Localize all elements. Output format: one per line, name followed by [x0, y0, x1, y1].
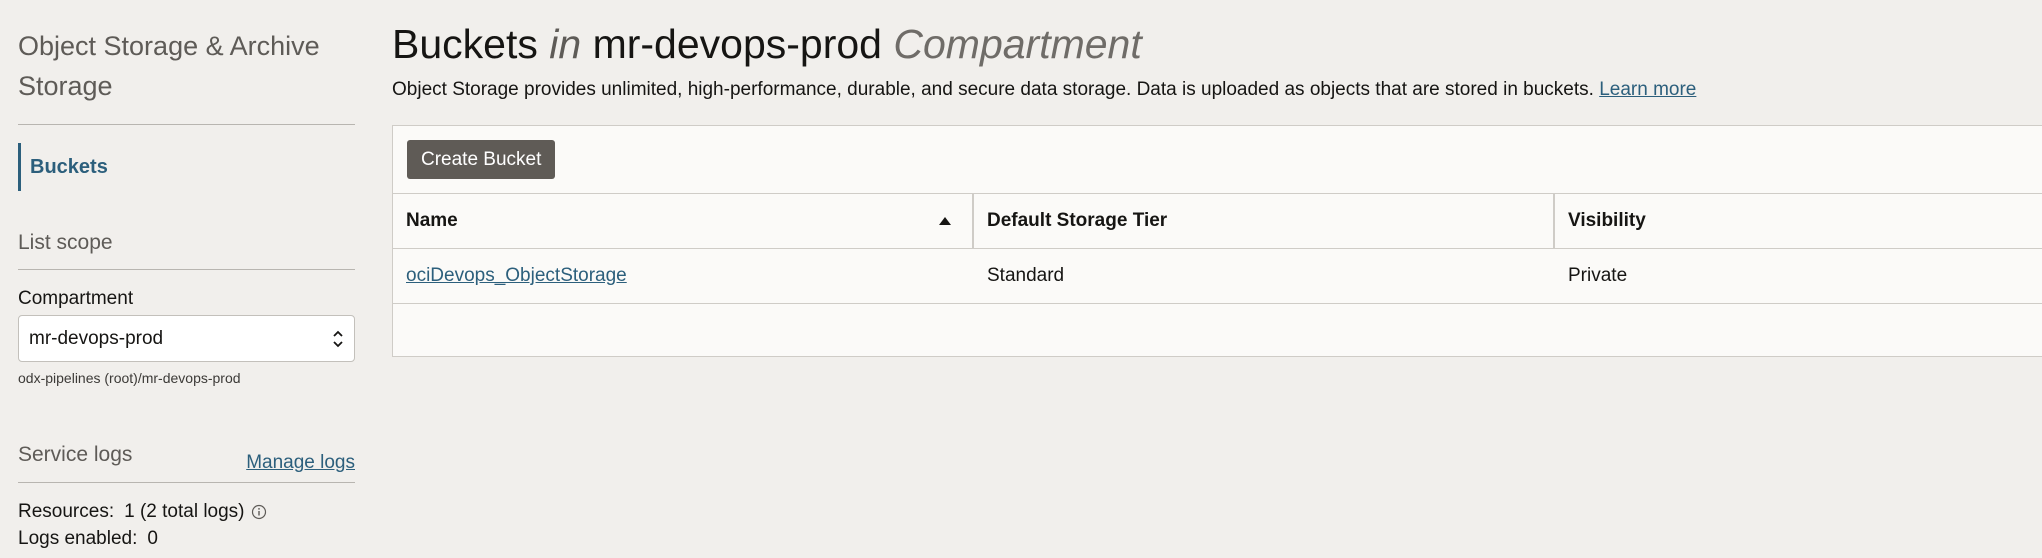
column-header-label: Name — [406, 210, 458, 231]
bucket-name-link[interactable]: ociDevops_ObjectStorage — [406, 265, 627, 287]
logs-enabled-label: Logs enabled: — [18, 528, 138, 549]
column-header-storage-tier[interactable]: Default Storage Tier — [974, 194, 1553, 248]
learn-more-link[interactable]: Learn more — [1599, 79, 1696, 100]
main-content: Buckets in mr-devops-prod Compartment Ob… — [392, 0, 2042, 558]
sidebar: Object Storage & Archive Storage Buckets… — [18, 0, 355, 558]
manage-logs-link[interactable]: Manage logs — [246, 452, 355, 474]
compartment-label: Compartment — [18, 288, 134, 309]
title-compartment-name: mr-devops-prod — [592, 21, 882, 67]
cell-storage-tier: Standard — [987, 265, 1065, 286]
sidebar-item-buckets[interactable]: Buckets — [18, 143, 355, 191]
sidebar-divider — [18, 124, 355, 125]
title-buckets: Buckets — [392, 21, 538, 67]
sidebar-title: Object Storage & Archive Storage — [18, 31, 320, 101]
table-row: ociDevops_ObjectStorage Standard Private — [393, 249, 2042, 304]
compartment-path: odx-pipelines (root)/mr-devops-prod — [18, 370, 241, 386]
cell-name: ociDevops_ObjectStorage — [393, 249, 973, 303]
sidebar-divider — [18, 269, 355, 270]
sort-ascending-icon[interactable] — [938, 216, 952, 226]
chevron-up-down-icon — [333, 330, 343, 348]
table-toolbar: Create Bucket — [393, 126, 2042, 194]
column-header-label: Visibility — [1568, 210, 1646, 231]
compartment-select-value: mr-devops-prod — [29, 327, 164, 349]
logs-enabled-line: Logs enabled: 0 — [18, 528, 158, 550]
resources-line: Resources: 1 (2 total logs) — [18, 501, 267, 523]
service-logs-heading: Service logs — [18, 443, 133, 466]
sidebar-item-label: Buckets — [30, 155, 108, 178]
description-text: Object Storage provides unlimited, high-… — [392, 79, 1594, 100]
column-header-label: Default Storage Tier — [987, 210, 1168, 231]
resources-label: Resources: — [18, 501, 115, 522]
list-scope-heading: List scope — [18, 231, 113, 254]
buckets-panel: Create Bucket Name Default Storage Tier … — [392, 125, 2042, 357]
title-in: in — [549, 21, 582, 67]
title-compartment: Compartment — [893, 21, 1142, 67]
page-title: Buckets in mr-devops-prod Compartment — [392, 18, 1142, 70]
table-header: Name Default Storage Tier Visibility — [393, 194, 2042, 249]
cell-visibility: Private — [1568, 265, 1628, 286]
info-icon[interactable] — [251, 504, 267, 520]
resources-value: 1 (2 total logs) — [124, 501, 245, 522]
column-header-visibility[interactable]: Visibility — [1555, 194, 2042, 248]
sidebar-divider — [18, 482, 355, 483]
create-bucket-button[interactable]: Create Bucket — [407, 140, 556, 179]
compartment-select[interactable]: mr-devops-prod — [18, 315, 355, 362]
column-header-name[interactable]: Name — [393, 194, 972, 248]
logs-enabled-value: 0 — [147, 528, 158, 549]
page-description: Object Storage provides unlimited, high-… — [392, 78, 1696, 102]
